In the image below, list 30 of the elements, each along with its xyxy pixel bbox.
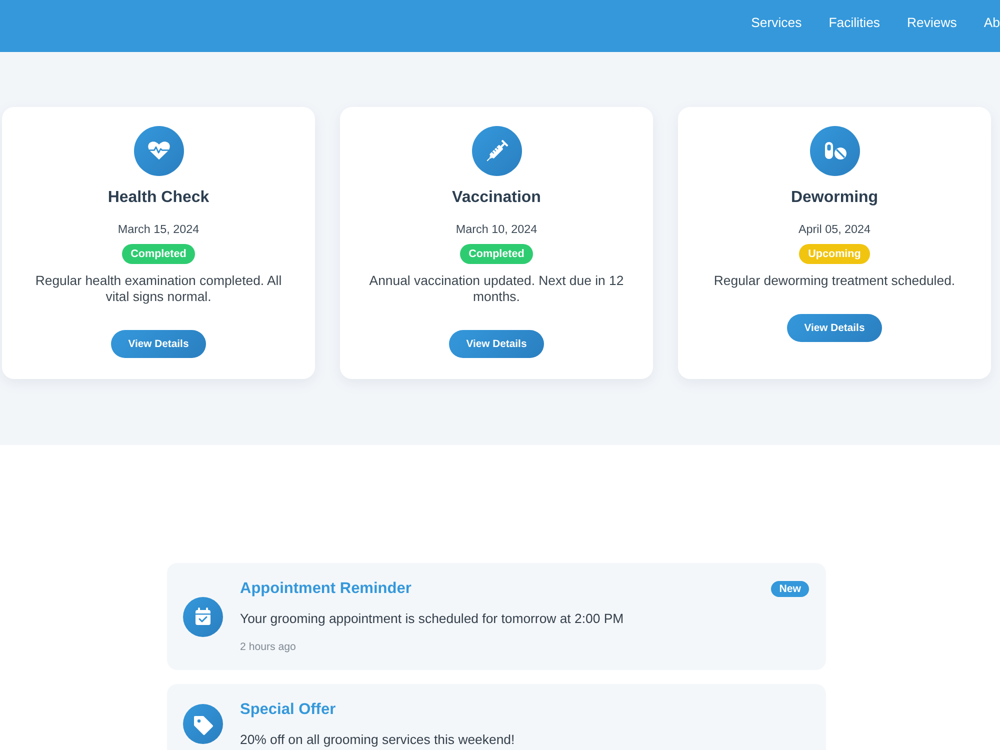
card-title: Deworming <box>790 188 878 208</box>
notification-time: 2 hours ago <box>240 640 297 654</box>
status-badge: Completed <box>122 244 196 264</box>
nav-link[interactable]: Ab <box>984 14 1000 52</box>
card-title: Vaccination <box>452 188 541 208</box>
pills-icon <box>810 126 860 176</box>
card-date: March 10, 2024 <box>456 222 538 238</box>
notification-message: Your grooming appointment is scheduled for tomorrow at 2:00 PM <box>240 611 625 626</box>
heart-pulse-icon <box>134 126 184 176</box>
notification-message: 20% off on all grooming services this weekend! <box>240 732 516 747</box>
view-details-button[interactable]: View Details <box>449 330 544 358</box>
card-description: Regular health examination completed. All vital signs normal. <box>34 273 283 305</box>
syringe-icon <box>472 126 522 176</box>
nav-link[interactable]: Facilities <box>828 14 880 52</box>
status-badge: Completed <box>460 244 534 264</box>
notification-title: Appointment Reminder <box>240 579 412 599</box>
view-details-button[interactable]: View Details <box>111 330 206 358</box>
notification-title: Special Offer <box>240 700 337 720</box>
new-badge: New <box>771 581 809 597</box>
calendar-icon <box>183 596 223 636</box>
card-title: Health Check <box>108 188 210 208</box>
status-badge: Upcoming <box>799 244 870 264</box>
tag-icon <box>183 704 223 744</box>
nav-link[interactable]: Reviews <box>907 14 957 52</box>
card-date: April 05, 2024 <box>798 222 871 238</box>
nav-link[interactable]: Services <box>751 14 802 52</box>
card-date: March 15, 2024 <box>118 222 200 238</box>
view-details-button[interactable]: View Details <box>787 314 882 342</box>
card-description: Annual vaccination updated. Next due in 12 months. <box>368 273 625 305</box>
card-description: Regular deworming treatment scheduled. <box>714 273 956 289</box>
